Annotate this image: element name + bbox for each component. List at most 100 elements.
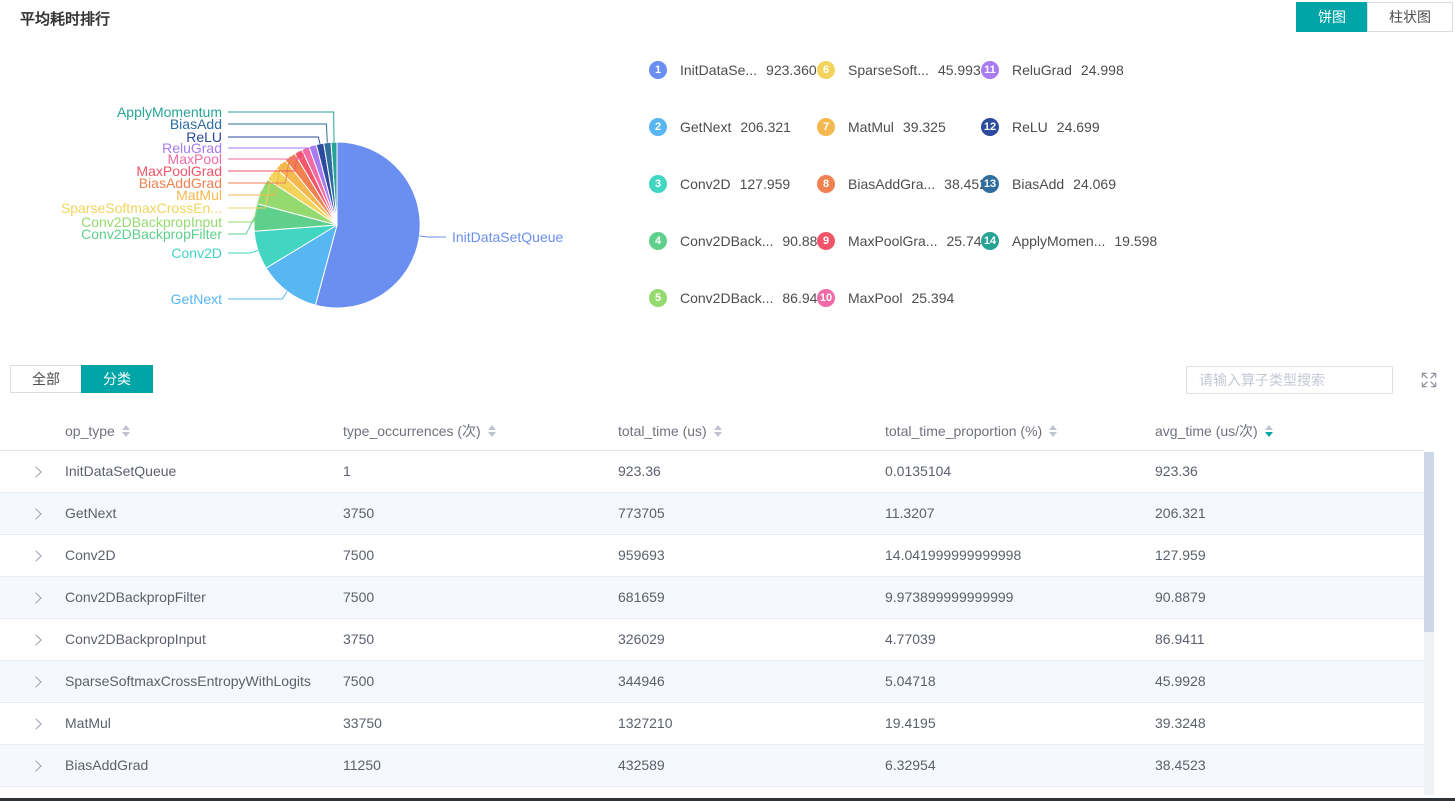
op-type-table: op_type type_occurrences (次) total_time … [0,412,1424,787]
cell-op-type: Conv2DBackpropFilter [65,577,206,618]
legend-value: 45.993 [938,62,981,78]
table-row-Conv2DBackpropFilter[interactable]: Conv2DBackpropFilter75006816599.97389999… [0,577,1424,619]
legend-item-BiasAddGrad[interactable]: 8BiasAddGra...38.452 [817,174,987,194]
pie-label-line-Conv2DBackpropFilter [228,217,254,234]
row-expand-icon[interactable] [30,676,41,687]
sort-icon[interactable] [122,425,130,437]
legend-label: SparseSoft... [848,62,929,78]
legend-rank-badge: 1 [649,61,667,79]
legend-rank-badge: 10 [817,289,835,307]
sort-icon[interactable] [488,425,496,437]
cell-total-time: 681659 [618,577,665,618]
legend-item-InitDataSetQueue[interactable]: 1InitDataSe...923.360 [649,60,817,80]
cell-op-type: BiasAddGrad [65,745,148,786]
pie-chart-button[interactable]: 饼图 [1296,2,1368,32]
legend-label: MatMul [848,119,894,135]
legend-item-ApplyMomentum[interactable]: 14ApplyMomen...19.598 [981,231,1157,251]
legend-item-BiasAdd[interactable]: 13BiasAdd24.069 [981,174,1116,194]
operator-search-input[interactable] [1187,367,1392,393]
row-expand-icon[interactable] [30,760,41,771]
table-row-SparseSoftmaxCrossEntropyWithLogits[interactable]: SparseSoftmaxCrossEntropyWithLogits75003… [0,661,1424,703]
row-expand-icon[interactable] [30,592,41,603]
legend-label: BiasAddGra... [848,176,935,192]
fullscreen-icon[interactable] [1421,372,1437,388]
avg-time-pie-chart: InitDataSetQueueGetNextConv2DConv2DBackp… [0,45,660,340]
legend-value: 25.394 [911,290,954,306]
legend-item-MaxPool[interactable]: 10 MaxPool 25.394 [817,288,954,308]
sort-icon[interactable] [714,425,722,437]
cell-avg-time: 923.36 [1155,451,1198,492]
cell-total-time: 923.36 [618,451,661,492]
legend-item-GetNext[interactable]: 2GetNext206.321 [649,117,791,137]
cell-op-type: InitDataSetQueue [65,451,176,492]
table-body: InitDataSetQueue1923.360.0135104923.36Ge… [0,451,1424,787]
legend-item-MatMul[interactable]: 7MatMul39.325 [817,117,946,137]
page-title: 平均耗时排行 [20,8,110,29]
profiler-op-time-page: { "page_title": "平均耗时排行", "accent_color"… [0,0,1455,801]
row-expand-icon[interactable] [30,466,41,477]
cell-total-time: 344946 [618,661,665,702]
legend-rank-badge: 9 [817,232,835,250]
legend-item-Conv2DBackpropInput[interactable]: 5Conv2DBack...86.941 [649,288,825,308]
cell-avg-time: 90.8879 [1155,577,1206,618]
bar-chart-button[interactable]: 柱状图 [1367,2,1453,32]
legend-label: MaxPool [848,290,902,306]
cell-total-time: 326029 [618,619,665,660]
column-header-avg-time[interactable]: avg_time (us/次) [1155,412,1273,450]
legend-item-ReLU[interactable]: 12ReLU24.699 [981,117,1100,137]
row-expand-icon[interactable] [30,634,41,645]
cell-type-occurrences: 3750 [343,493,374,534]
cell-total-time-proportion: 6.32954 [885,745,936,786]
pie-label-line-InitDataSetQueue [419,236,446,237]
table-scrollbar-thumb[interactable] [1424,452,1434,632]
column-header-total-time[interactable]: total_time (us) [618,412,722,450]
legend-item-MaxPoolGrad[interactable]: 9MaxPoolGra...25.740 [817,231,989,251]
table-row-GetNext[interactable]: GetNext375077370511.3207206.321 [0,493,1424,535]
cell-total-time-proportion: 11.3207 [885,493,935,534]
legend-value: 923.360 [766,62,817,78]
legend-label: GetNext [680,119,731,135]
legend-label: Conv2DBack... [680,233,773,249]
cell-total-time: 773705 [618,493,665,534]
legend-item-SparseSoftmaxCrossEntropyWithLogits[interactable]: 6 SparseSoft... 45.993 [817,60,981,80]
cell-op-type: Conv2DBackpropInput [65,619,206,660]
row-expand-icon[interactable] [30,718,41,729]
cell-avg-time: 45.9928 [1155,661,1206,702]
table-row-BiasAddGrad[interactable]: BiasAddGrad112504325896.3295438.4523 [0,745,1424,787]
table-scrollbar-track[interactable] [1424,452,1434,795]
pie-label-line-ReLU [228,137,320,144]
cell-type-occurrences: 1 [343,451,351,492]
table-row-InitDataSetQueue[interactable]: InitDataSetQueue1923.360.0135104923.36 [0,451,1424,493]
table-row-Conv2DBackpropInput[interactable]: Conv2DBackpropInput37503260294.7703986.9… [0,619,1424,661]
legend-value: 206.321 [740,119,791,135]
table-row-MatMul[interactable]: MatMul33750132721019.419539.3248 [0,703,1424,745]
legend-label: Conv2DBack... [680,290,773,306]
legend-item-Conv2D[interactable]: 3Conv2D127.959 [649,174,790,194]
table-mode-tabs: 全部 分类 [10,365,153,393]
row-expand-icon[interactable] [30,550,41,561]
pie-label-Conv2DBackpropInput: Conv2DBackpropInput [81,214,222,230]
legend-value: 24.998 [1081,62,1124,78]
pie-label-ApplyMomentum: ApplyMomentum [117,104,222,120]
legend-rank-badge: 11 [981,61,999,79]
legend-label: ReLU [1012,119,1048,135]
column-header-op-type[interactable]: op_type [65,412,130,450]
row-expand-icon[interactable] [30,508,41,519]
tab-category[interactable]: 分类 [81,365,153,393]
operator-search-box [1186,366,1393,394]
cell-type-occurrences: 7500 [343,661,374,702]
legend-item-Conv2DBackpropFilter[interactable]: 4Conv2DBack...90.888 [649,231,825,251]
legend-rank-badge: 14 [981,232,999,250]
column-label: op_type [65,423,115,439]
table-row-Conv2D[interactable]: Conv2D750095969314.041999999999998127.95… [0,535,1424,577]
legend-item-ReluGrad[interactable]: 11ReluGrad24.998 [981,60,1124,80]
pie-label-GetNext: GetNext [171,291,222,307]
sort-icon-active[interactable] [1265,425,1273,437]
legend-label: Conv2D [680,176,731,192]
legend-label: MaxPoolGra... [848,233,937,249]
column-header-type-occurrences[interactable]: type_occurrences (次) [343,412,496,450]
sort-icon[interactable] [1049,425,1057,437]
tab-all[interactable]: 全部 [10,365,82,393]
column-header-total-time-proportion[interactable]: total_time_proportion (%) [885,412,1057,450]
legend-rank-badge: 6 [817,61,835,79]
